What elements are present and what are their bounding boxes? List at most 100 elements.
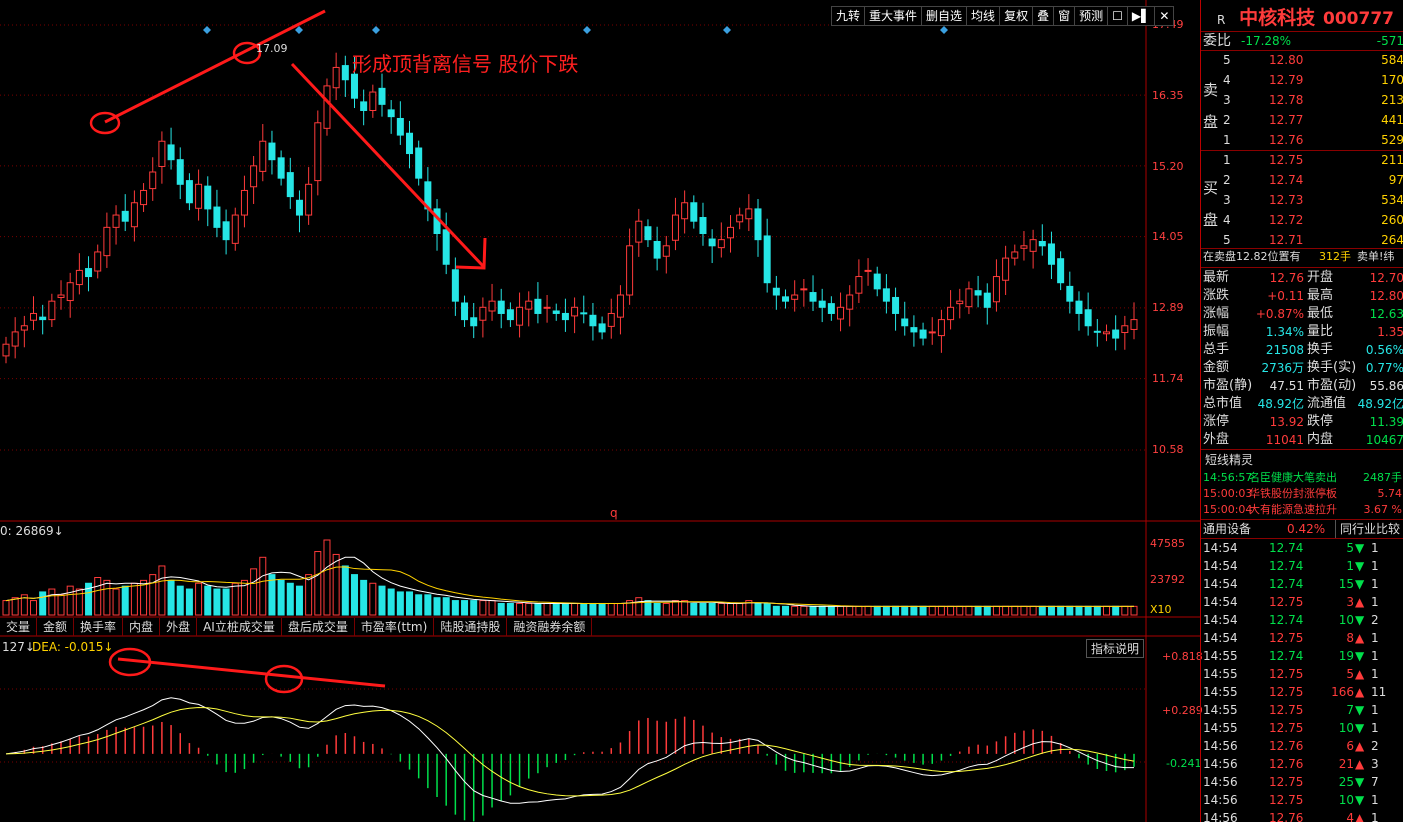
tick-row: 14:54 12.75 8 ▲ 1 <box>1201 629 1403 647</box>
quote-row: 总市值 48.92亿 流通值 48.92亿 <box>1201 395 1403 413</box>
tick-time: 14:54 <box>1203 541 1238 555</box>
sell-level-row[interactable]: 2 12.77 441 <box>1201 111 1403 129</box>
macd-label-b: DEA: -0.015↓ <box>32 640 114 654</box>
level-volume: 260 <box>1381 213 1403 227</box>
kline-chart-area[interactable] <box>0 0 1200 822</box>
toolbar-button-2[interactable]: 删自选 <box>921 6 968 26</box>
volume-bar <box>1075 605 1083 616</box>
macd-axis-bot: -0.241 <box>1166 757 1202 770</box>
tick-row: 14:54 12.74 1 ▼ 1 <box>1201 557 1403 575</box>
toolbar-button-3[interactable]: 均线 <box>966 6 1001 26</box>
buy-level-row[interactable]: 2 12.74 97 <box>1201 171 1403 189</box>
volume-bar <box>48 588 56 616</box>
quote-value-2: 55.86 <box>1369 379 1403 393</box>
quote-label: 最新 <box>1203 270 1230 285</box>
toolbar-button-4[interactable]: 复权 <box>999 6 1034 26</box>
toolbar-button-8[interactable]: ☐ <box>1107 6 1128 26</box>
level-price: 12.71 <box>1269 233 1304 247</box>
indicator-tab-4[interactable]: 外盘 <box>160 618 198 636</box>
quote-row: 金额 2736万 换手(实) 0.77% <box>1201 359 1403 377</box>
compare-button[interactable]: 同行业比较 <box>1335 520 1400 538</box>
tick-row: 14:54 12.75 3 ▲ 1 <box>1201 593 1403 611</box>
event-marker[interactable] <box>723 26 731 34</box>
indicator-tab-5[interactable]: AI立桩成交量 <box>197 618 282 636</box>
volume-bar <box>360 579 368 616</box>
event-markers[interactable] <box>203 26 948 34</box>
candle-body <box>516 306 524 326</box>
indicator-tab-0[interactable]: 交量 <box>0 618 38 636</box>
toolbar-button-1[interactable]: 重大事件 <box>864 6 923 26</box>
tick-time: 14:55 <box>1203 703 1238 717</box>
candle-body <box>864 269 872 272</box>
volume-bar <box>717 602 725 616</box>
volume-bar <box>149 574 157 616</box>
volume-ma-line <box>5 556 1134 607</box>
candle-body <box>378 87 386 105</box>
price-axis-label: 16.35 <box>1152 89 1184 102</box>
volume-bar <box>350 574 358 616</box>
buy-level-row[interactable]: 4 12.72 260 <box>1201 211 1403 229</box>
tick-count: 1 <box>1371 649 1379 663</box>
level-volume: 211 <box>1381 153 1403 167</box>
volume-bar <box>892 605 900 616</box>
sell-level-row[interactable]: 5 12.80 584 <box>1201 51 1403 69</box>
volume-bar <box>791 605 799 616</box>
quote-value-2: 11.39 <box>1369 415 1403 429</box>
arrow-down-icon: ▼ <box>1355 793 1365 807</box>
buy-level-row[interactable]: 1 12.75 211 <box>1201 151 1403 169</box>
tick-row: 14:56 12.76 21 ▲ 3 <box>1201 755 1403 773</box>
volume-bar <box>204 585 212 616</box>
volume-axis-top: 47585 <box>1150 537 1185 550</box>
candle-body <box>607 312 615 327</box>
volume-bar <box>956 605 964 616</box>
toolbar-button-7[interactable]: 预测 <box>1074 6 1109 26</box>
volume-bar <box>424 594 432 616</box>
pending-row: 在卖盘12.82位置有 312手 卖单!纬 <box>1201 248 1403 266</box>
sell-level-row[interactable]: 4 12.79 170 <box>1201 71 1403 89</box>
quote-label: 振幅 <box>1203 324 1230 339</box>
indicator-explain-button[interactable]: 指标说明 <box>1086 639 1145 658</box>
buy-level-row[interactable]: 3 12.73 534 <box>1201 191 1403 209</box>
volume-bar <box>1102 605 1110 616</box>
indicator-tab-9[interactable]: 融资融券余额 <box>507 618 593 636</box>
indicator-tab-1[interactable]: 金额 <box>37 618 75 636</box>
candle-body <box>726 226 734 239</box>
quote-value-2: 12.70 <box>1369 271 1403 285</box>
event-marker[interactable] <box>940 26 948 34</box>
price-axis-label: 11.74 <box>1152 372 1184 385</box>
candle-body <box>644 226 652 241</box>
toolbar-button-6[interactable]: 窗 <box>1053 6 1076 26</box>
volume-bar <box>406 591 414 616</box>
candle-body <box>571 306 579 317</box>
indicator-tab-2[interactable]: 换手率 <box>74 618 124 636</box>
short-news-item[interactable]: 15:00:04 大有能源急速拉升 3.67 % <box>1201 501 1403 519</box>
candle-body <box>369 91 377 111</box>
volume-bar <box>396 591 404 616</box>
event-marker[interactable] <box>372 26 380 34</box>
volume-bar <box>607 602 615 616</box>
candle-body <box>2 343 10 357</box>
indicator-tab-7[interactable]: 市盈率(ttm) <box>355 618 435 636</box>
event-marker[interactable] <box>583 26 591 34</box>
volume-bar <box>506 602 514 616</box>
indicator-tab-8[interactable]: 陆股通持股 <box>434 618 508 636</box>
sell-level-row[interactable]: 3 12.78 213 <box>1201 91 1403 109</box>
toolbar-button-10[interactable]: ✕ <box>1154 6 1175 26</box>
tick-time: 14:54 <box>1203 631 1238 645</box>
toolbar-button-5[interactable]: 叠 <box>1032 6 1055 26</box>
arrow-down-icon: ▼ <box>1355 541 1365 555</box>
indicator-tab-3[interactable]: 内盘 <box>123 618 161 636</box>
volume-bar <box>415 594 423 616</box>
volume-bar <box>130 582 138 616</box>
sell-level-row[interactable]: 1 12.76 529 <box>1201 131 1403 149</box>
candle-body <box>791 294 799 300</box>
candle-body <box>1121 325 1129 334</box>
volume-axis-mid: 23792 <box>1150 573 1185 586</box>
volume-bar <box>1038 605 1046 616</box>
event-marker[interactable] <box>203 26 211 34</box>
indicator-tab-6[interactable]: 盘后成交量 <box>282 618 355 636</box>
buy-level-row[interactable]: 5 12.71 264 <box>1201 231 1403 249</box>
toolbar-button-9[interactable]: ▶▌ <box>1126 6 1156 26</box>
buy-side-label: 买盘 <box>1203 179 1219 229</box>
toolbar-button-0[interactable]: 九转 <box>831 6 866 26</box>
